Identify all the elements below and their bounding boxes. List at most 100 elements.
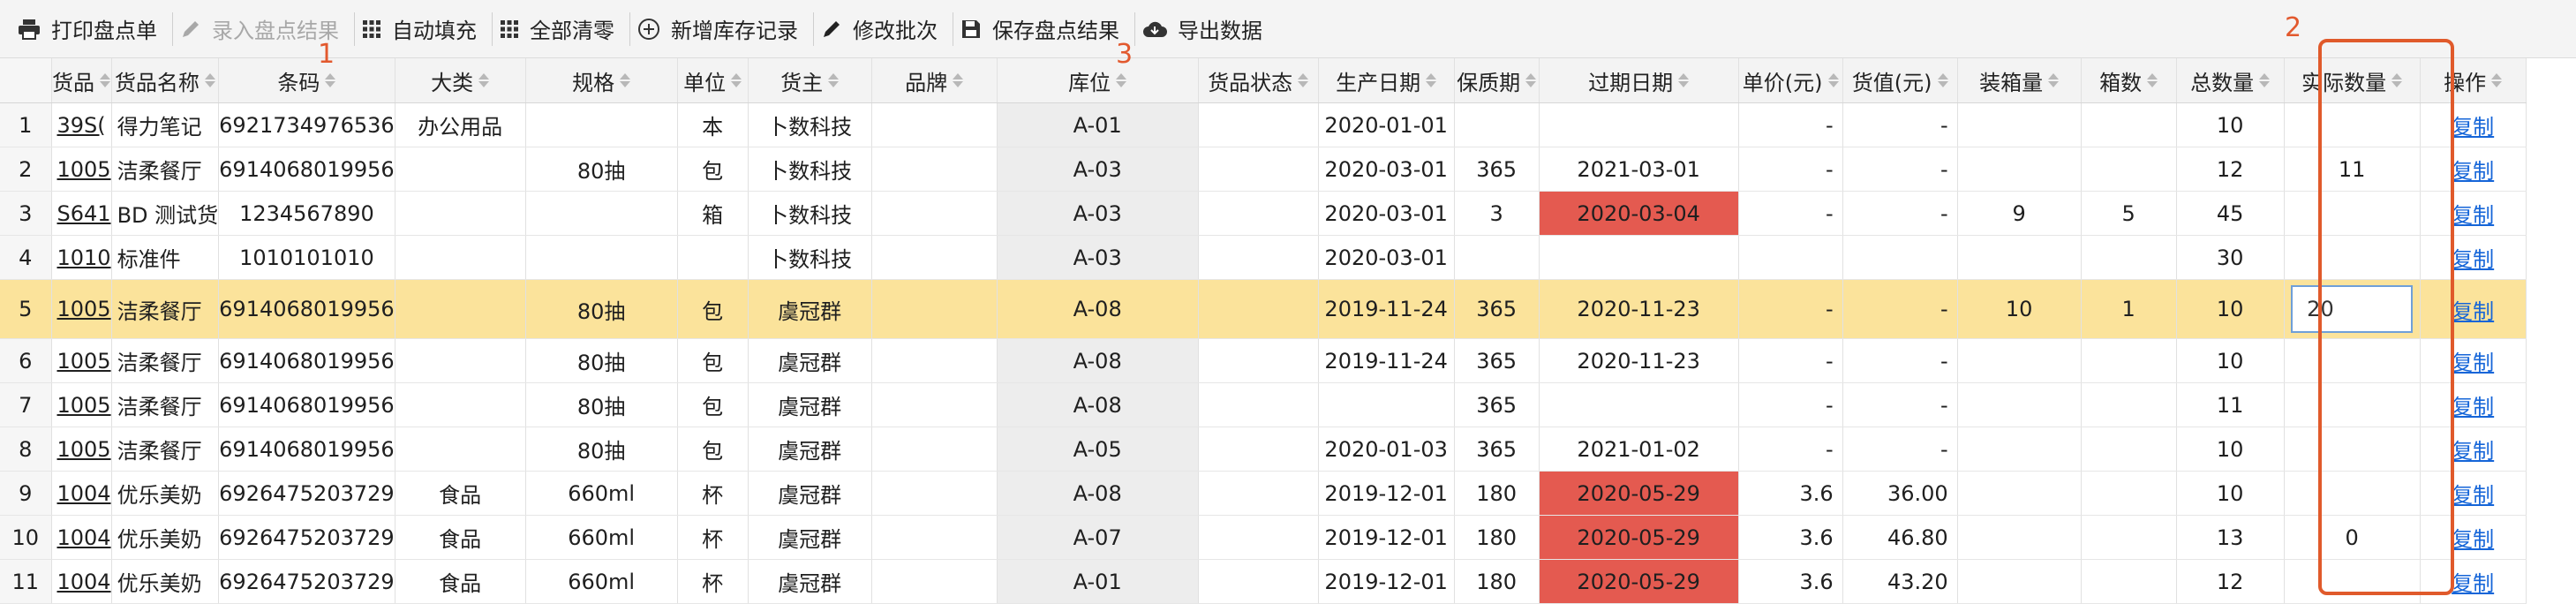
sort-icon[interactable] <box>2147 73 2158 87</box>
toolbar-button-2[interactable]: 自动填充 <box>355 0 493 58</box>
sort-icon[interactable] <box>953 73 964 87</box>
cell-actual[interactable]: 11 <box>2284 147 2421 192</box>
sort-icon[interactable] <box>620 73 631 87</box>
sort-icon[interactable] <box>478 73 490 87</box>
copy-link[interactable]: 复制 <box>2452 203 2494 228</box>
column-header-16[interactable]: 装箱量 <box>1957 58 2082 103</box>
table-row[interactable]: 6 1005 洁柔餐厅 6914068019956 80抽包虞冠群 A-08 2019-11… <box>0 338 2527 383</box>
copy-link[interactable]: 复制 <box>2452 247 2494 272</box>
sort-icon[interactable] <box>1827 73 1839 87</box>
column-header-7[interactable]: 货主 <box>748 58 872 103</box>
toolbar-button-0[interactable]: 打印盘点单 <box>11 0 173 58</box>
copy-link[interactable]: 复制 <box>2452 527 2494 552</box>
table-row[interactable]: 5 1005 洁柔餐厅 6914068019956 80抽包虞冠群 A-08 2019-11… <box>0 279 2527 339</box>
cell-code[interactable]: 1005 <box>51 382 112 427</box>
copy-link[interactable]: 复制 <box>2452 159 2494 184</box>
sort-icon[interactable] <box>828 73 840 87</box>
cell-actual[interactable] <box>2284 382 2421 427</box>
actual-quantity-input[interactable]: 20 <box>2291 285 2414 333</box>
column-header-2[interactable]: 货品名称 <box>111 58 220 103</box>
column-header-5[interactable]: 规格 <box>525 58 678 103</box>
toolbar-button-3[interactable]: 全部清零 <box>493 0 630 58</box>
cell-pack <box>1957 147 2082 192</box>
column-header-11[interactable]: 生产日期 <box>1318 58 1455 103</box>
cell-actual[interactable] <box>2284 559 2421 604</box>
column-header-15[interactable]: 货值(元) <box>1842 58 1958 103</box>
cell-actual[interactable] <box>2284 191 2421 236</box>
table-row[interactable]: 9 1004 优乐美奶 6926475203729 食品 660ml 杯虞冠群 A-08 201… <box>0 471 2527 516</box>
scrollbar-track[interactable] <box>2567 58 2576 585</box>
column-header-12[interactable]: 保质期 <box>1454 58 1540 103</box>
cell-actual[interactable] <box>2284 471 2421 516</box>
column-header-9[interactable]: 库位 <box>997 58 1199 103</box>
table-row[interactable]: 4 1010 标准件 1010101010 卜数科技 A-03 2020-03-01 30 复制 <box>0 235 2527 280</box>
column-header-4[interactable]: 大类 <box>395 58 526 103</box>
column-header-19[interactable]: 实际数量 <box>2284 58 2421 103</box>
copy-link[interactable]: 复制 <box>2452 299 2494 324</box>
sort-icon[interactable] <box>1678 73 1690 87</box>
toolbar-button-6[interactable]: 保存盘点结果 <box>953 0 1135 58</box>
sort-icon[interactable] <box>1525 73 1537 87</box>
cell-actual[interactable] <box>2284 427 2421 472</box>
cell-prod: 2019-11-24 <box>1318 279 1455 339</box>
cell-name: 优乐美奶 <box>111 471 220 516</box>
column-header-17[interactable]: 箱数 <box>2081 58 2177 103</box>
cell-code[interactable]: 1004 <box>51 471 112 516</box>
copy-link[interactable]: 复制 <box>2452 439 2494 464</box>
cell-code[interactable]: 1004 <box>51 515 112 560</box>
copy-link[interactable]: 复制 <box>2452 395 2494 419</box>
cell-code[interactable]: 1005 <box>51 147 112 192</box>
toolbar-button-7[interactable]: 导出数据 <box>1135 0 1278 58</box>
sort-icon[interactable] <box>2048 73 2060 87</box>
column-header-18[interactable]: 总数量 <box>2176 58 2285 103</box>
sort-icon[interactable] <box>100 73 111 87</box>
sort-icon[interactable] <box>1116 73 1127 87</box>
column-header-1[interactable]: 货品 <box>51 58 112 103</box>
sort-icon[interactable] <box>1298 73 1309 87</box>
sort-icon[interactable] <box>2259 73 2271 87</box>
table-row[interactable]: 11 1004 优乐美奶 6926475203729 食品 660ml 杯虞冠群 A-01 20… <box>0 559 2527 604</box>
table-row[interactable]: 2 1005 洁柔餐厅 6914068019956 80抽包卜数科技 A-03 2020-0… <box>0 147 2527 192</box>
copy-link[interactable]: 复制 <box>2452 115 2494 140</box>
column-header-10[interactable]: 货品状态 <box>1198 58 1319 103</box>
cell-code[interactable]: 1005 <box>51 427 112 472</box>
copy-link[interactable]: 复制 <box>2452 483 2494 508</box>
cell-code[interactable]: 1005 <box>51 279 112 339</box>
column-header-8[interactable]: 品牌 <box>871 58 998 103</box>
sort-icon[interactable] <box>1426 73 1437 87</box>
toolbar-button-4[interactable]: 新增库存记录 <box>630 0 814 58</box>
table-row[interactable]: 1 39S(得力笔记 6921734976536 办公用品 本卜数科技 A-01 2020-… <box>0 102 2527 147</box>
cell-total: 12 <box>2176 559 2285 604</box>
cell-name: 洁柔餐厅 <box>111 279 220 339</box>
sort-icon[interactable] <box>2491 73 2503 87</box>
table-row[interactable]: 3 S641 BD 测试货 1234567890 箱卜数科技 A-03 2020-03-01… <box>0 191 2527 236</box>
cell-actual[interactable] <box>2284 338 2421 383</box>
sort-icon[interactable] <box>731 73 742 87</box>
column-header-14[interactable]: 单价(元) <box>1738 58 1843 103</box>
copy-link[interactable]: 复制 <box>2452 351 2494 375</box>
toolbar-button-5[interactable]: 修改批次 <box>814 0 953 58</box>
cell-code[interactable]: 39S( <box>51 102 112 147</box>
sort-icon[interactable] <box>325 73 336 87</box>
sort-icon[interactable] <box>2391 73 2403 87</box>
column-header-13[interactable]: 过期日期 <box>1539 58 1739 103</box>
table-row[interactable]: 8 1005 洁柔餐厅 6914068019956 80抽包虞冠群 A-05 2020-01… <box>0 427 2527 472</box>
cell-code[interactable]: 1004 <box>51 559 112 604</box>
column-header-20[interactable]: 操作 <box>2420 58 2527 103</box>
column-header-6[interactable]: 单位 <box>677 58 749 103</box>
table-row[interactable]: 7 1005 洁柔餐厅 6914068019956 80抽包虞冠群 A-08 365 - - 11… <box>0 382 2527 427</box>
cell-code[interactable]: 1005 <box>51 338 112 383</box>
column-header-3[interactable]: 条码 <box>218 58 395 103</box>
cell-code[interactable]: 1010 <box>51 235 112 280</box>
cell-actual[interactable] <box>2284 102 2421 147</box>
copy-link[interactable]: 复制 <box>2452 571 2494 596</box>
toolbar-button-label: 打印盘点单 <box>51 19 157 43</box>
sort-icon[interactable] <box>1937 73 1948 87</box>
cell-actual[interactable]: 0 <box>2284 515 2421 560</box>
cell-value: - <box>1842 191 1958 236</box>
table-row[interactable]: 10 1004 优乐美奶 6926475203729 食品 660ml 杯虞冠群 A-07 20… <box>0 515 2527 560</box>
cell-actual[interactable] <box>2284 235 2421 280</box>
sort-icon[interactable] <box>204 73 215 87</box>
cell-location: A-08 <box>997 338 1199 383</box>
cell-code[interactable]: S641 <box>51 191 112 236</box>
